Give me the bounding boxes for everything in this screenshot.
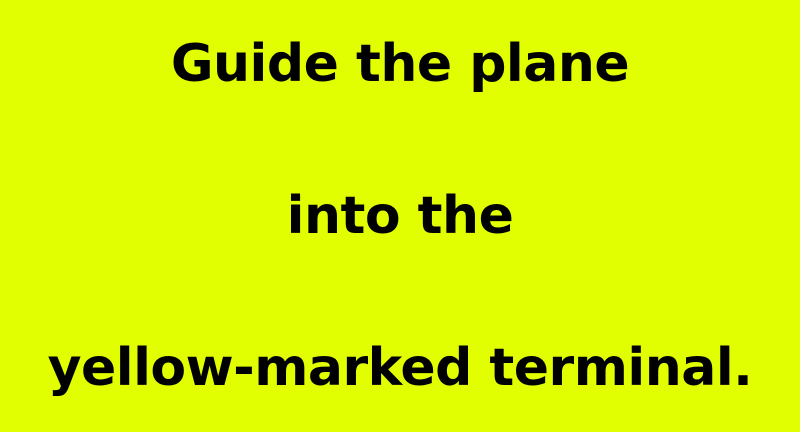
instruction-line-1: Guide the plane xyxy=(170,34,630,94)
instruction-line-2: into the xyxy=(286,186,514,246)
instruction-line-3: yellow-marked terminal. xyxy=(47,338,753,398)
instruction-screen: Guide the plane into the yellow-marked t… xyxy=(0,0,800,432)
